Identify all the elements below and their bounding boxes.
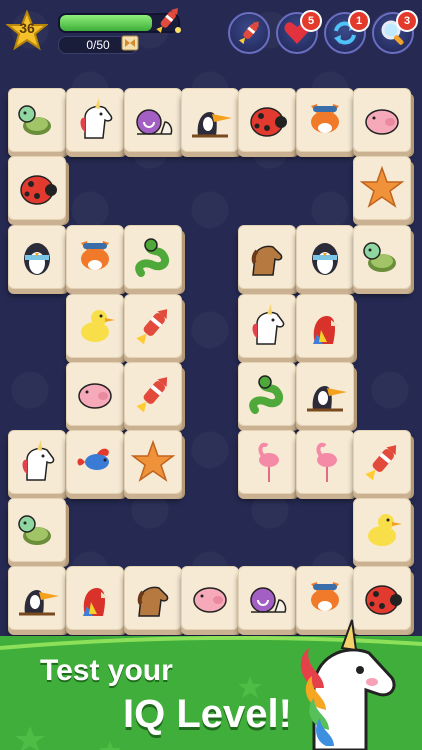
progress-rocket-icon bbox=[156, 7, 181, 33]
rocket-icon bbox=[238, 21, 259, 45]
toucan-icon bbox=[192, 112, 232, 138]
tile-ladybug[interactable] bbox=[238, 88, 296, 152]
unicorn-icon bbox=[252, 304, 285, 345]
tile-snail[interactable] bbox=[124, 88, 182, 152]
heart-count-badge: 5 bbox=[300, 10, 322, 32]
tile-turtle[interactable] bbox=[8, 88, 66, 152]
butterfly-scroll-icon bbox=[121, 35, 139, 51]
unicorn-mascot-icon bbox=[300, 619, 396, 750]
duck-icon bbox=[368, 514, 402, 546]
horse-icon bbox=[137, 586, 169, 617]
tile-unicorn[interactable] bbox=[8, 430, 66, 494]
snake-icon bbox=[135, 238, 170, 277]
shuffle-powerup-button[interactable]: 1 bbox=[324, 10, 370, 54]
tile-pig[interactable] bbox=[181, 566, 239, 630]
starfish-icon bbox=[360, 166, 404, 208]
ladybug-icon bbox=[365, 585, 402, 615]
unicorn-icon bbox=[80, 98, 113, 139]
tile-snake[interactable] bbox=[124, 225, 182, 289]
shuffle-count-badge: 1 bbox=[348, 10, 370, 32]
tile-toucan[interactable] bbox=[296, 362, 354, 426]
ladybug-icon bbox=[20, 175, 57, 205]
hint-powerup-button[interactable]: 3 bbox=[372, 10, 418, 54]
tile-penguin[interactable] bbox=[296, 225, 354, 289]
tile-unicorn[interactable] bbox=[238, 294, 296, 358]
turtle-icon bbox=[363, 242, 396, 272]
progress-fill bbox=[60, 15, 153, 31]
tile-betta-fish[interactable] bbox=[66, 430, 124, 494]
parrot-icon bbox=[313, 316, 339, 344]
tile-turtle[interactable] bbox=[353, 225, 411, 289]
horse-icon bbox=[251, 245, 283, 276]
tile-toucan[interactable] bbox=[8, 566, 66, 630]
toucan-icon bbox=[307, 386, 347, 412]
rocket-icon bbox=[365, 445, 397, 481]
hud-bar: 36 0/50 5 1 3 bbox=[0, 0, 422, 70]
tile-parrot[interactable] bbox=[296, 294, 354, 358]
ladybug-icon bbox=[250, 107, 287, 137]
turtle-icon bbox=[18, 105, 51, 135]
tile-flamingo[interactable] bbox=[296, 430, 354, 494]
pig-icon bbox=[193, 587, 227, 613]
tile-pig[interactable] bbox=[353, 88, 411, 152]
hint-count-badge: 3 bbox=[396, 10, 418, 32]
tile-starfish[interactable] bbox=[353, 156, 411, 220]
fox-icon bbox=[311, 104, 339, 133]
penguin-icon bbox=[312, 243, 338, 275]
tile-turtle[interactable] bbox=[8, 498, 66, 562]
tile-duck[interactable] bbox=[353, 498, 411, 562]
rocket-icon bbox=[136, 309, 168, 345]
tile-flamingo[interactable] bbox=[238, 430, 296, 494]
parrot-icon bbox=[83, 588, 109, 616]
level-number: 36 bbox=[19, 20, 35, 36]
tile-horse[interactable] bbox=[124, 566, 182, 630]
tile-ladybug[interactable] bbox=[8, 156, 66, 220]
tile-toucan[interactable] bbox=[181, 88, 239, 152]
pig-icon bbox=[365, 109, 399, 135]
tile-fox[interactable] bbox=[296, 88, 354, 152]
duck-icon bbox=[81, 310, 115, 342]
toucan-icon bbox=[19, 590, 59, 616]
tile-rocket[interactable] bbox=[353, 430, 411, 494]
snake-icon bbox=[249, 375, 284, 414]
rocket-icon bbox=[136, 377, 168, 413]
penguin-icon bbox=[24, 243, 50, 275]
tile-unicorn[interactable] bbox=[66, 88, 124, 152]
heart-powerup-button[interactable]: 5 bbox=[276, 10, 322, 54]
snail-icon bbox=[136, 109, 173, 135]
tile-starfish[interactable] bbox=[124, 430, 182, 494]
betta-fish-icon bbox=[77, 448, 109, 470]
turtle-icon bbox=[18, 515, 51, 545]
banner-line-1: Test your bbox=[40, 654, 173, 687]
tile-parrot[interactable] bbox=[66, 566, 124, 630]
pig-icon bbox=[78, 383, 112, 409]
fox-icon bbox=[311, 582, 339, 611]
tile-penguin[interactable] bbox=[8, 225, 66, 289]
tile-pig[interactable] bbox=[66, 362, 124, 426]
flamingo-icon bbox=[316, 442, 337, 482]
tile-snake[interactable] bbox=[238, 362, 296, 426]
unicorn-icon bbox=[22, 440, 55, 481]
rocket-powerup-button[interactable] bbox=[228, 12, 270, 54]
tile-horse[interactable] bbox=[238, 225, 296, 289]
starfish-icon bbox=[131, 440, 175, 482]
tile-rocket[interactable] bbox=[124, 362, 182, 426]
fox-icon bbox=[81, 241, 109, 270]
banner-line-2: IQ Level! bbox=[123, 692, 292, 736]
flamingo-icon bbox=[258, 442, 279, 482]
tile-fox[interactable] bbox=[66, 225, 124, 289]
snail-icon bbox=[250, 587, 287, 613]
tile-rocket[interactable] bbox=[124, 294, 182, 358]
tile-duck[interactable] bbox=[66, 294, 124, 358]
